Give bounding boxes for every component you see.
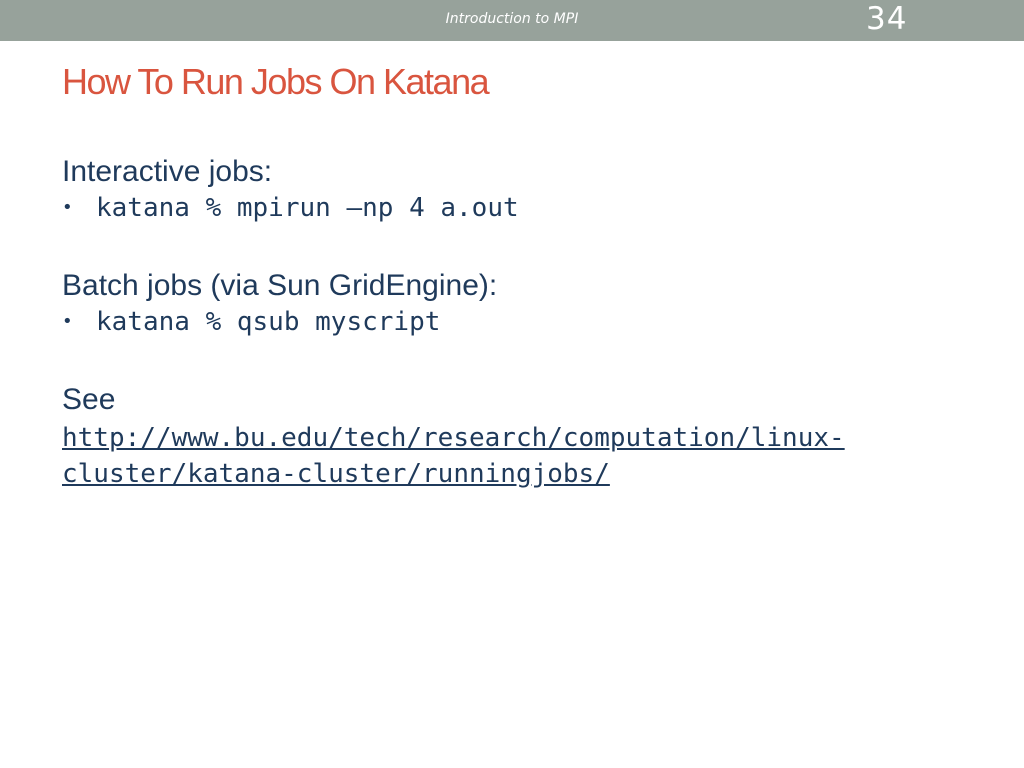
documentation-link[interactable]: http://www.bu.edu/tech/research/computat… xyxy=(62,420,962,492)
interactive-jobs-bullet: • katana % mpirun –np 4 a.out xyxy=(62,192,962,224)
interactive-command: katana % mpirun –np 4 a.out xyxy=(96,193,519,223)
slide: Introduction to MPI 34 How To Run Jobs O… xyxy=(0,0,1024,768)
bullet-icon: • xyxy=(62,197,73,218)
batch-jobs-bullet: • katana % qsub myscript xyxy=(62,306,962,338)
batch-command: katana % qsub myscript xyxy=(96,307,441,337)
batch-jobs-heading: Batch jobs (via Sun GridEngine): xyxy=(62,269,498,302)
page-number: 34 xyxy=(866,1,908,37)
slide-content: Interactive jobs: • katana % mpirun –np … xyxy=(62,152,962,492)
documentation-link-line-1[interactable]: http://www.bu.edu/tech/research/computat… xyxy=(62,423,845,453)
bullet-icon: • xyxy=(62,311,73,332)
interactive-jobs-heading: Interactive jobs: xyxy=(62,155,273,188)
see-label: See xyxy=(62,383,116,416)
documentation-link-line-2[interactable]: cluster/katana-cluster/runningjobs/ xyxy=(62,459,610,489)
slide-title: How To Run Jobs On Katana xyxy=(62,61,490,102)
header-bar: Introduction to MPI 34 xyxy=(0,0,1024,41)
